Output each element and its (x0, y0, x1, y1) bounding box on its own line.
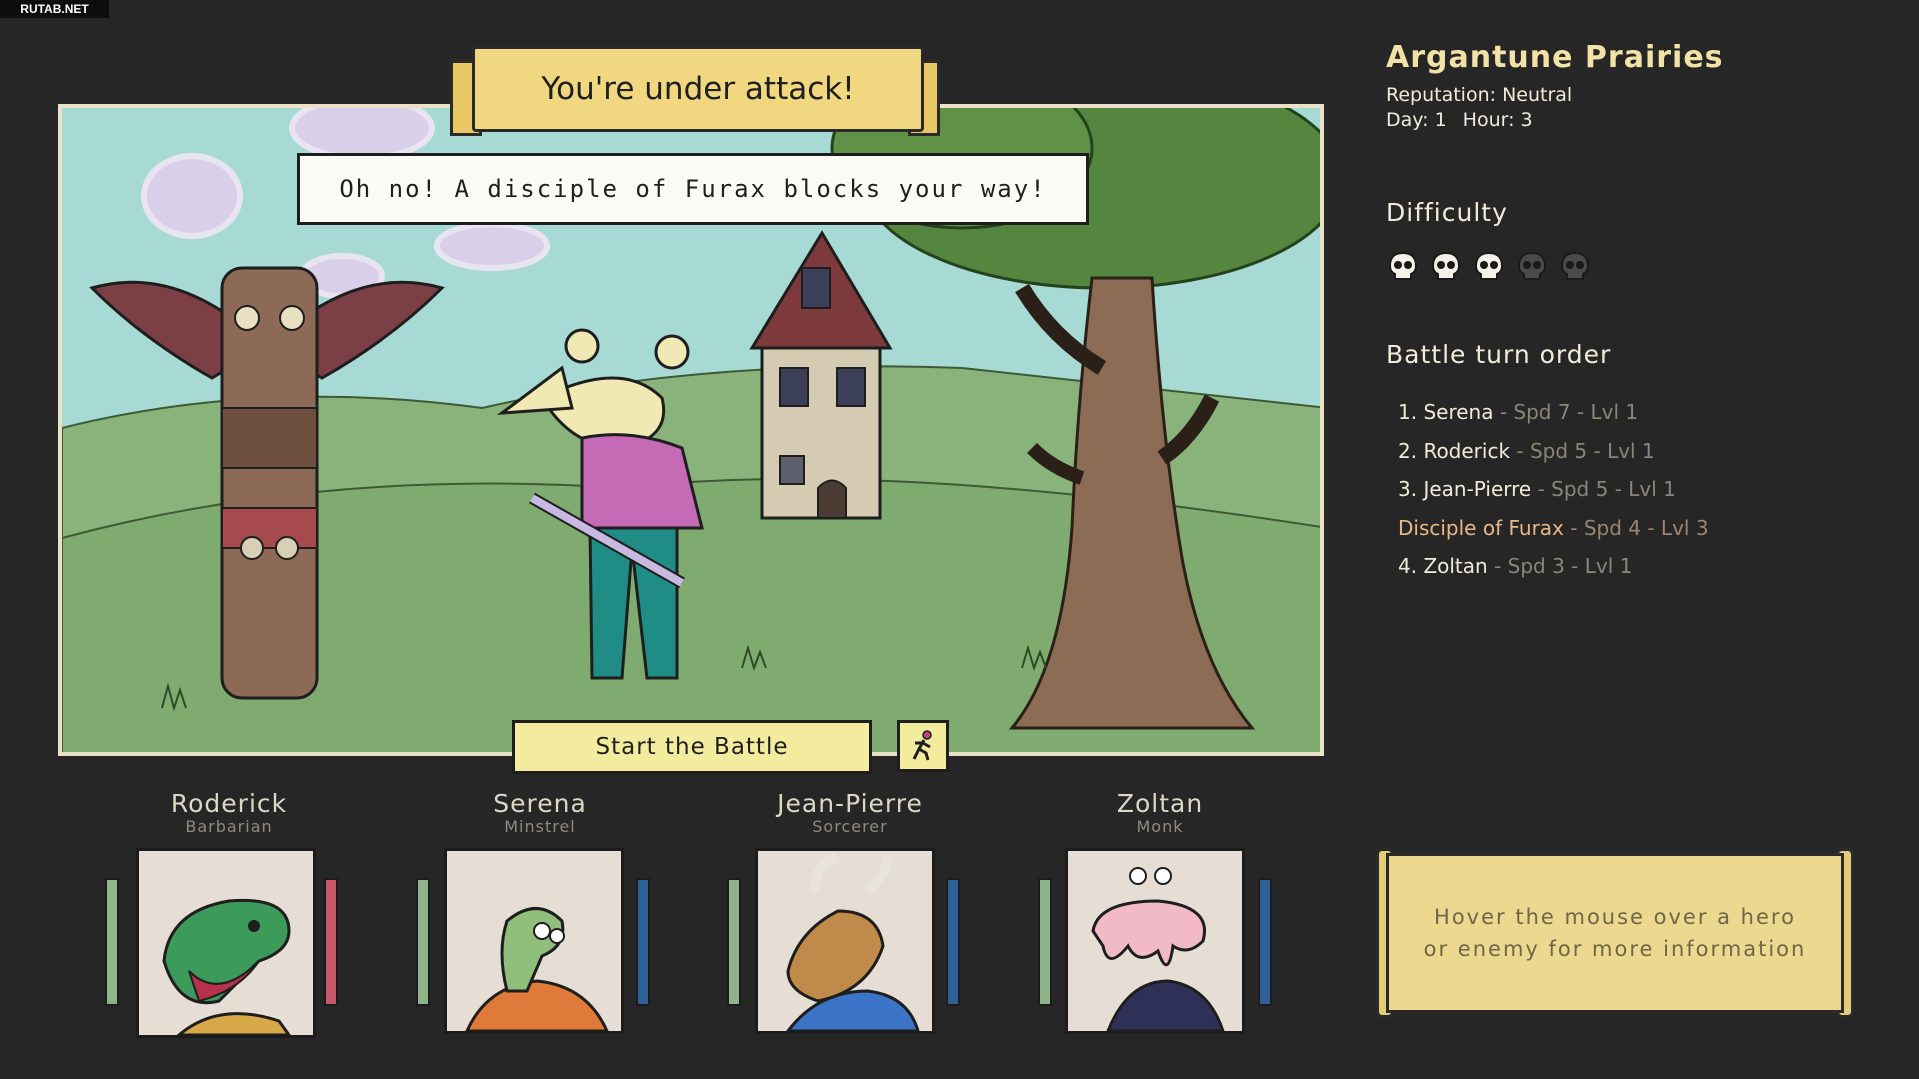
start-battle-button[interactable]: Start the Battle (512, 720, 872, 774)
skull-icon (1517, 251, 1547, 280)
attack-banner: You're under attack! (450, 46, 940, 136)
hero-class: Barbarian (185, 817, 273, 836)
flee-button[interactable] (897, 720, 949, 772)
portrait-serena[interactable] (444, 848, 624, 1034)
skull-icon (1388, 251, 1418, 280)
skull-icon (1474, 251, 1504, 280)
turn-entry[interactable]: 3. Jean-Pierre - Spd 5 - Lvl 1 (1398, 470, 1709, 509)
hero-name: Jean-Pierre (777, 789, 923, 818)
turn-entry[interactable]: 2. Roderick - Spd 5 - Lvl 1 (1398, 432, 1709, 471)
hero-name: Zoltan (1116, 789, 1204, 818)
turn-entry-enemy[interactable]: Disciple of Furax - Spd 4 - Lvl 3 (1398, 509, 1709, 548)
portrait-jean-pierre[interactable] (755, 848, 935, 1034)
house (749, 230, 893, 520)
health-bar (727, 878, 741, 1006)
resource-bar (1258, 878, 1272, 1006)
hero-jean-pierre[interactable]: Jean-Pierre Sorcerer (730, 790, 970, 836)
health-bar (416, 878, 430, 1006)
skull-icon (1560, 251, 1590, 280)
health-bar (105, 878, 119, 1006)
hero-zoltan[interactable]: Zoltan Monk (1040, 790, 1280, 836)
hero-name: Roderick (170, 789, 288, 818)
hero-serena[interactable]: Serena Minstrel (420, 790, 660, 836)
blob-monster-portrait (1091, 867, 1225, 1031)
turn-entry[interactable]: 1. Serena - Spd 7 - Lvl 1 (1398, 393, 1709, 432)
info-text: Hover the mouse over a hero or enemy for… (1386, 853, 1844, 1013)
turn-order-label: Battle turn order (1386, 340, 1612, 369)
difficulty-label: Difficulty (1386, 198, 1508, 227)
hero-class: Monk (1136, 817, 1184, 836)
hero-class: Sorcerer (812, 817, 888, 836)
location-panel: Argantune Prairies Reputation: Neutral D… (1386, 40, 1866, 133)
hero-roderick[interactable]: Roderick Barbarian (109, 790, 349, 836)
portrait-roderick[interactable] (136, 848, 316, 1038)
hero-class: Minstrel (504, 817, 576, 836)
attack-title: You're under attack! (472, 46, 924, 132)
resource-bar (946, 878, 960, 1006)
running-figure-icon (912, 730, 932, 761)
lizard-portrait (465, 907, 609, 1031)
turn-entry[interactable]: 4. Zoltan - Spd 3 - Lvl 1 (1398, 547, 1709, 586)
day: Day: 1 (1386, 109, 1447, 131)
skull-icon (1431, 251, 1461, 280)
location-name: Argantune Prairies (1386, 40, 1724, 75)
portrait-zoltan[interactable] (1065, 848, 1245, 1034)
watermark: RUTAB.NET (0, 0, 109, 18)
dinosaur-portrait (162, 898, 291, 1035)
info-scroll: Hover the mouse over a hero or enemy for… (1376, 848, 1854, 1018)
hero-name: Serena (493, 789, 587, 818)
difficulty-rating (1386, 250, 1592, 282)
health-bar (1038, 878, 1052, 1006)
encounter-message: Oh no! A disciple of Furax blocks your w… (297, 153, 1089, 225)
time-info: Day: 1 Hour: 3 (1386, 108, 1866, 133)
hour: Hour: 3 (1462, 109, 1533, 131)
bull-portrait (786, 851, 920, 1031)
location-meta: Reputation: Neutral Day: 1 Hour: 3 (1386, 83, 1866, 133)
turn-order-list: 1. Serena - Spd 7 - Lvl 1 2. Roderick - … (1398, 393, 1709, 586)
resource-bar (636, 878, 650, 1006)
reputation: Reputation: Neutral (1386, 84, 1573, 106)
resource-bar (324, 878, 338, 1006)
